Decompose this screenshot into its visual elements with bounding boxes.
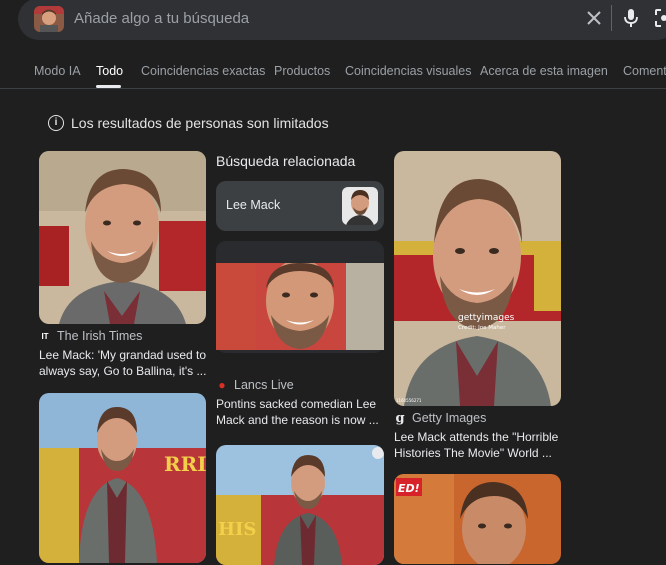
result-image-premiere[interactable]: HIS <box>216 445 384 565</box>
related-chip-label: Lee Mack <box>226 198 281 212</box>
source-name: Getty Images <box>412 411 487 425</box>
caption-line: Lee Mack attends the "Horrible <box>394 430 559 444</box>
tab-productos[interactable]: Productos <box>274 64 330 78</box>
clear-icon[interactable] <box>583 7 605 29</box>
result-image-standing[interactable]: RRIBLE <box>39 393 206 563</box>
search-bar[interactable]: Añade algo a tu búsqueda <box>18 0 666 40</box>
tab-comentar[interactable]: Comentar <box>623 64 666 78</box>
banner-text: RRIBLE <box>164 452 206 476</box>
caption-line: Mack and the reason is now ... <box>216 413 379 427</box>
result-caption-getty[interactable]: Lee Mack attends the "Horrible Histories… <box>394 429 566 461</box>
caption-line: Lee Mack: 'My grandad used to <box>39 348 207 362</box>
result-image-ed[interactable]: ED! <box>394 474 561 564</box>
result-image-irish-times[interactable] <box>39 151 206 324</box>
people-results-notice: i Los resultados de personas son limitad… <box>48 115 329 131</box>
tabs-divider <box>0 88 666 89</box>
caption-line: Pontins sacked comedian Lee <box>216 397 377 411</box>
microphone-icon[interactable] <box>621 6 641 30</box>
getty-credit: Credit: Joe Maher <box>458 325 506 331</box>
result-source-lancs-live[interactable]: ● Lancs Live <box>216 378 294 392</box>
related-chip-thumbnail <box>342 187 378 225</box>
banner-text: HIS <box>218 519 256 540</box>
tab-modo-ia[interactable]: Modo IA <box>34 64 81 78</box>
tab-acerca-de-esta-imagen[interactable]: Acerca de esta imagen <box>480 64 608 78</box>
result-caption-lancs-live[interactable]: Pontins sacked comedian Lee Mack and the… <box>216 396 388 428</box>
getty-watermark: gettyimages <box>458 313 515 323</box>
getty-id: 1160556271 <box>396 398 422 403</box>
info-icon: i <box>48 115 64 131</box>
result-image-getty[interactable]: gettyimages Credit: Joe Maher 1160556271 <box>394 151 561 406</box>
tab-coincidencias-visuales[interactable]: Coincidencias visuales <box>345 64 471 78</box>
caption-line: always say, Go to Ballina, it's ... <box>39 364 207 378</box>
caption-line: Histories The Movie" World ... <box>394 446 552 460</box>
source-name: The Irish Times <box>57 329 143 343</box>
ed-badge: ED! <box>398 482 420 495</box>
related-search-chip[interactable]: Lee Mack <box>216 181 384 231</box>
source-name: Lancs Live <box>234 378 294 392</box>
related-search-title: Búsqueda relacionada <box>216 153 356 169</box>
tab-coincidencias-exactas[interactable]: Coincidencias exactas <box>141 64 265 78</box>
lens-icon[interactable] <box>652 6 666 30</box>
irish-times-icon: IT <box>41 331 49 341</box>
result-caption-irish-times[interactable]: Lee Mack: 'My grandad used to always say… <box>39 347 209 379</box>
tab-bar: Modo IA Todo Coincidencias exactas Produ… <box>0 60 666 88</box>
notice-text: Los resultados de personas son limitados <box>71 115 329 131</box>
lancs-live-icon: ● <box>218 378 226 392</box>
tab-todo[interactable]: Todo <box>96 64 123 78</box>
result-source-irish-times[interactable]: IT The Irish Times <box>39 329 142 343</box>
result-image-lancs[interactable] <box>216 263 384 350</box>
search-separator <box>611 5 612 31</box>
getty-icon: g <box>395 410 405 426</box>
search-input[interactable]: Añade algo a tu búsqueda <box>74 10 249 27</box>
search-image-thumbnail[interactable] <box>34 6 64 32</box>
result-source-getty[interactable]: g Getty Images <box>394 410 487 426</box>
